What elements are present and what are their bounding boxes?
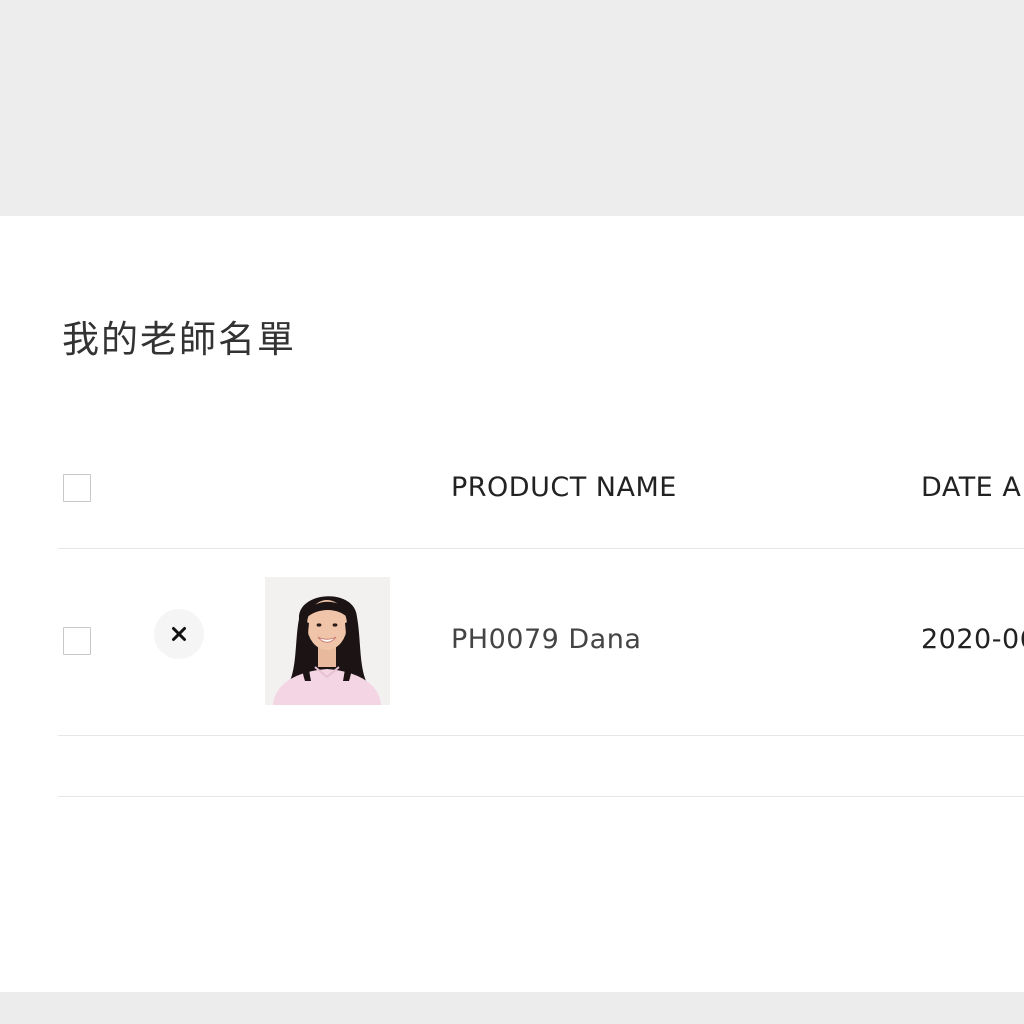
row-divider	[58, 735, 1024, 736]
date-added: 2020-06	[921, 624, 1024, 655]
header-divider	[58, 548, 1024, 549]
wishlist-panel: 我的老師名單 PRODUCT NAME DATE A PH0079 Dana 2…	[0, 216, 1024, 992]
column-header-date[interactable]: DATE A	[921, 470, 1021, 506]
close-icon	[172, 627, 186, 641]
remove-button[interactable]	[154, 609, 204, 659]
select-all-checkbox[interactable]	[63, 474, 91, 502]
column-header-product-name[interactable]: PRODUCT NAME	[451, 470, 677, 506]
page-header-band	[0, 0, 1024, 216]
page-footer-band	[0, 992, 1024, 1024]
product-name-link[interactable]: PH0079 Dana	[451, 622, 641, 658]
teacher-photo-thumbnail[interactable]	[265, 577, 390, 705]
page-title: 我的老師名單	[62, 318, 296, 361]
teacher-photo	[265, 577, 390, 705]
table-footer-divider	[58, 796, 1024, 797]
row-checkbox[interactable]	[63, 627, 91, 655]
